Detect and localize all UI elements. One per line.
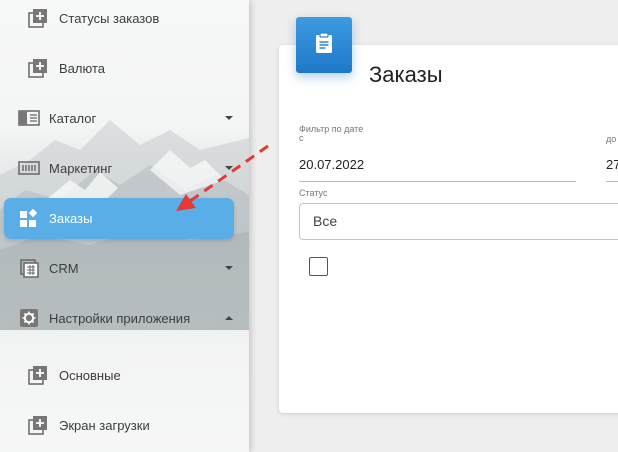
- sidebar-item-app-settings[interactable]: Настройки приложения: [0, 298, 249, 338]
- crm-icon: [18, 257, 40, 279]
- sidebar: Статусы заказов Валюта Каталог Маркетинг…: [0, 0, 249, 452]
- sidebar-item-crm[interactable]: CRM: [0, 248, 249, 288]
- add-box-icon: [27, 7, 49, 29]
- date-filter-label: Фильтр по дате: [299, 124, 364, 134]
- sidebar-item-order-statuses[interactable]: Статусы заказов: [0, 0, 249, 38]
- sidebar-item-label: Валюта: [59, 60, 105, 76]
- gear-icon: [18, 307, 40, 329]
- catalog-icon: [18, 107, 40, 129]
- date-from-sublabel: с: [299, 133, 304, 143]
- sidebar-item-label: Каталог: [49, 110, 97, 126]
- marketing-icon: [18, 157, 40, 179]
- filter-checkbox[interactable]: [309, 257, 328, 276]
- date-from-underline: [299, 181, 576, 182]
- widgets-icon: [18, 208, 40, 230]
- add-box-icon: [27, 364, 49, 386]
- date-to-input[interactable]: 27: [606, 157, 618, 172]
- sidebar-item-general[interactable]: Основные: [0, 355, 249, 395]
- page-title: Заказы: [369, 62, 443, 87]
- card-header-badge: [296, 17, 352, 73]
- sidebar-item-label: Экран загрузки: [59, 417, 150, 433]
- status-select-value: Все: [313, 213, 338, 229]
- sidebar-item-marketing[interactable]: Маркетинг: [0, 148, 249, 188]
- sidebar-item-orders[interactable]: Заказы: [4, 198, 234, 239]
- sidebar-item-currency[interactable]: Валюта: [0, 48, 249, 88]
- date-to-underline: [606, 181, 618, 182]
- sidebar-item-label: Заказы: [49, 211, 93, 226]
- status-label: Статус: [299, 188, 328, 198]
- sidebar-item-label: Настройки приложения: [49, 310, 191, 326]
- chevron-down-icon: [225, 116, 233, 120]
- add-box-icon: [27, 57, 49, 79]
- sidebar-item-label: Основные: [59, 367, 121, 383]
- date-from-input[interactable]: 20.07.2022: [299, 157, 364, 172]
- clipboard-icon: [314, 31, 334, 59]
- chevron-up-icon: [225, 316, 233, 320]
- add-box-icon: [27, 414, 49, 436]
- sidebar-item-label: Статусы заказов: [59, 10, 160, 26]
- date-to-label: до: [606, 134, 617, 144]
- chevron-down-icon: [225, 266, 233, 270]
- sidebar-item-splash-screen[interactable]: Экран загрузки: [0, 405, 249, 445]
- sidebar-item-catalog[interactable]: Каталог: [0, 98, 249, 138]
- sidebar-item-label: Маркетинг: [49, 160, 113, 176]
- date-from-label: Фильтр по дате с: [299, 125, 363, 143]
- chevron-down-icon: [225, 166, 233, 170]
- sidebar-item-label: CRM: [49, 260, 79, 276]
- status-select[interactable]: [299, 203, 618, 240]
